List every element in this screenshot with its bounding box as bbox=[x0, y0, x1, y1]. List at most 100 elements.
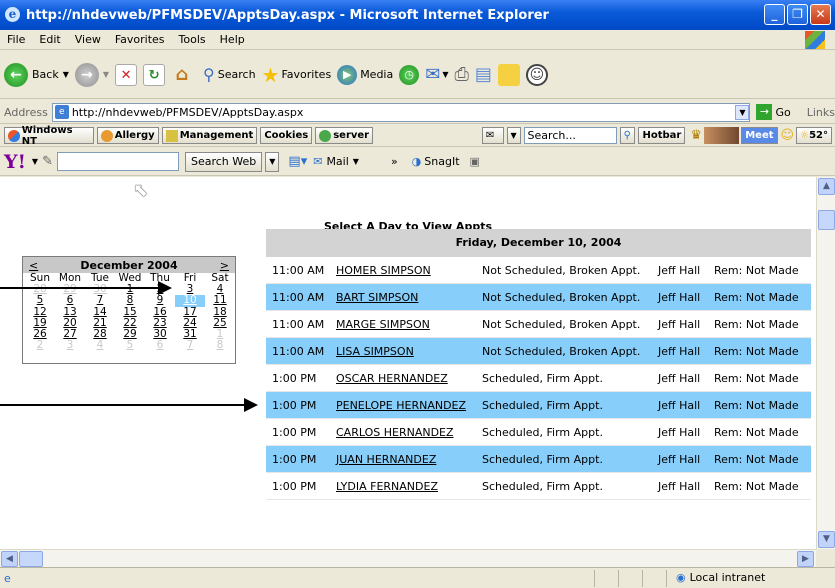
search-web-dropdown-icon[interactable]: ▼ bbox=[265, 151, 280, 172]
patient-name-link[interactable]: JUAN HERNANDEZ bbox=[336, 453, 482, 466]
pencil-icon[interactable]: ✎ bbox=[42, 154, 53, 169]
yahoo-mail-dropdown-icon[interactable]: ▼ bbox=[353, 157, 359, 166]
appointment-row: 11:00 AM LISA SIMPSON Not Scheduled, Broke… bbox=[266, 338, 811, 365]
calendar-day-selected[interactable]: 10 bbox=[175, 295, 205, 307]
forward-dropdown-icon[interactable]: ▼ bbox=[103, 70, 109, 79]
scroll-left-icon[interactable]: ◀ bbox=[1, 551, 18, 567]
calendar-day[interactable]: 4 bbox=[85, 340, 115, 351]
refresh-button[interactable]: ↻ bbox=[143, 63, 166, 86]
smile-icon[interactable]: ☺ bbox=[781, 128, 795, 143]
menu-view[interactable]: View bbox=[68, 33, 108, 46]
history-icon: ◷ bbox=[399, 64, 420, 85]
menu-tools[interactable]: Tools bbox=[172, 33, 213, 46]
patient-name-link[interactable]: PENELOPE HERNANDEZ bbox=[336, 399, 482, 412]
search-field[interactable]: Search... bbox=[523, 127, 617, 144]
close-button[interactable]: ✕ bbox=[810, 4, 831, 25]
forward-arrow-icon: → bbox=[74, 62, 99, 87]
yahoo-mail-label[interactable]: Mail bbox=[326, 155, 348, 168]
go-label: Go bbox=[775, 105, 791, 119]
calendar-day[interactable]: 6 bbox=[55, 295, 85, 306]
edit-button[interactable]: ▤ bbox=[475, 64, 492, 85]
weather-button[interactable]: ☼ 52° bbox=[796, 127, 832, 144]
horizontal-scrollbar[interactable]: ◀ ▶ bbox=[0, 549, 816, 567]
mail-dropdown-icon[interactable]: ▼ bbox=[442, 70, 448, 79]
calendar-day[interactable]: 2 bbox=[25, 340, 55, 351]
mail-toolbar-icon[interactable]: ✉ bbox=[481, 127, 504, 144]
patient-name-link[interactable]: LISA SIMPSON bbox=[336, 345, 482, 358]
calendar-day[interactable]: 7 bbox=[85, 295, 115, 306]
scroll-right-icon[interactable]: ▶ bbox=[797, 551, 814, 567]
address-dropdown-icon[interactable]: ▼ bbox=[735, 104, 750, 120]
folder-button[interactable] bbox=[497, 63, 520, 86]
address-input[interactable]: e http://nhdevweb/PFMSDEV/ApptsDay.aspx … bbox=[51, 102, 751, 122]
yahoo-dropdown-icon[interactable]: ▼ bbox=[32, 157, 38, 166]
menu-edit[interactable]: Edit bbox=[32, 33, 67, 46]
messenger-button[interactable]: ☺ bbox=[525, 63, 548, 86]
calendar-day[interactable]: 5 bbox=[25, 295, 55, 306]
go-button[interactable]: → Go bbox=[756, 104, 791, 120]
scroll-up-icon[interactable]: ▲ bbox=[818, 178, 835, 195]
yahoo-logo-icon[interactable]: Y! bbox=[4, 151, 26, 173]
link-server[interactable]: server bbox=[315, 127, 374, 144]
scroll-down-icon[interactable]: ▼ bbox=[818, 531, 835, 548]
menu-help[interactable]: Help bbox=[213, 33, 252, 46]
calendar-prev-link[interactable]: < bbox=[29, 259, 38, 272]
menu-favorites[interactable]: Favorites bbox=[108, 33, 172, 46]
calendar-day[interactable]: 6 bbox=[145, 340, 175, 351]
favorites-button[interactable]: ★ Favorites bbox=[262, 63, 332, 87]
status-divider bbox=[642, 570, 643, 587]
stop-button[interactable]: ✕ bbox=[115, 63, 138, 86]
snagit-label[interactable]: SnagIt bbox=[424, 155, 459, 168]
link-cookies[interactable]: Cookies bbox=[260, 127, 313, 144]
calendar-day[interactable]: 9 bbox=[145, 295, 175, 306]
home-icon: ⌂ bbox=[175, 63, 189, 85]
calendar-day[interactable]: 7 bbox=[175, 340, 205, 351]
meet-button[interactable]: Meet bbox=[741, 127, 778, 144]
patient-name-link[interactable]: HOMER SIMPSON bbox=[336, 264, 482, 277]
annotation-arrow-line bbox=[0, 287, 160, 289]
search-web-button[interactable]: Search Web bbox=[184, 151, 263, 172]
search-button[interactable]: ⚲ Search bbox=[203, 65, 256, 84]
bookmark-icon[interactable]: ▤▾ bbox=[288, 154, 307, 169]
vertical-scroll-thumb[interactable] bbox=[818, 210, 835, 230]
snagit-window-icon[interactable]: ▣ bbox=[470, 155, 480, 168]
patient-name-link[interactable]: CARLOS HERNANDEZ bbox=[336, 426, 482, 439]
calendar-day[interactable]: 3 bbox=[55, 340, 85, 351]
patient-name-link[interactable]: BART SIMPSON bbox=[336, 291, 482, 304]
hotbar-button[interactable]: Hotbar bbox=[638, 127, 686, 144]
maximize-button[interactable]: ❐ bbox=[787, 4, 808, 25]
link-management[interactable]: Management bbox=[161, 127, 258, 144]
print-button[interactable]: ⎙ bbox=[454, 64, 468, 85]
calendar-day[interactable]: 8 bbox=[115, 295, 145, 306]
back-dropdown-icon[interactable]: ▼ bbox=[63, 70, 69, 79]
hotbar-image[interactable] bbox=[704, 127, 740, 144]
calendar-day[interactable]: 11 bbox=[205, 295, 235, 306]
vertical-scrollbar[interactable]: ▲ ▼ bbox=[816, 177, 835, 549]
link-windows-nt[interactable]: Windows NT bbox=[4, 125, 94, 147]
crown-icon[interactable]: ♛ bbox=[690, 128, 702, 143]
calendar-next-link[interactable]: > bbox=[220, 259, 229, 272]
search-dropdown-icon[interactable]: ▼ bbox=[506, 127, 521, 144]
minimize-button[interactable]: _ bbox=[764, 4, 785, 25]
forward-button[interactable]: → ▼ bbox=[74, 62, 109, 87]
calendar-day[interactable]: 8 bbox=[205, 340, 235, 351]
link-allergy[interactable]: Allergy bbox=[96, 127, 159, 144]
toolbar-chevron[interactable]: » bbox=[391, 155, 398, 168]
yahoo-search-input[interactable] bbox=[56, 152, 179, 171]
calendar-day[interactable]: 5 bbox=[115, 340, 145, 351]
patient-name-link[interactable]: OSCAR HERNANDEZ bbox=[336, 372, 482, 385]
horizontal-scroll-thumb[interactable] bbox=[19, 551, 43, 567]
appointment-time: 1:00 PM bbox=[272, 398, 317, 412]
patient-name-link[interactable]: MARGE SIMPSON bbox=[336, 318, 482, 331]
menu-file[interactable]: File bbox=[0, 33, 32, 46]
yahoo-mail-icon[interactable]: ✉ bbox=[313, 155, 322, 168]
links-button[interactable]: Links bbox=[807, 106, 835, 119]
snagit-icon[interactable]: ◑ bbox=[412, 155, 422, 168]
media-button[interactable]: ▶ Media bbox=[337, 64, 393, 85]
search-go-icon[interactable]: ⚲ bbox=[619, 127, 636, 144]
history-button[interactable]: ◷ bbox=[399, 64, 420, 85]
home-button[interactable]: ⌂ bbox=[171, 64, 193, 86]
back-button[interactable]: ← Back ▼ bbox=[4, 62, 69, 87]
mail-button[interactable]: ✉ ▼ bbox=[425, 64, 448, 85]
patient-name-link[interactable]: LYDIA FERNANDEZ bbox=[336, 480, 482, 493]
